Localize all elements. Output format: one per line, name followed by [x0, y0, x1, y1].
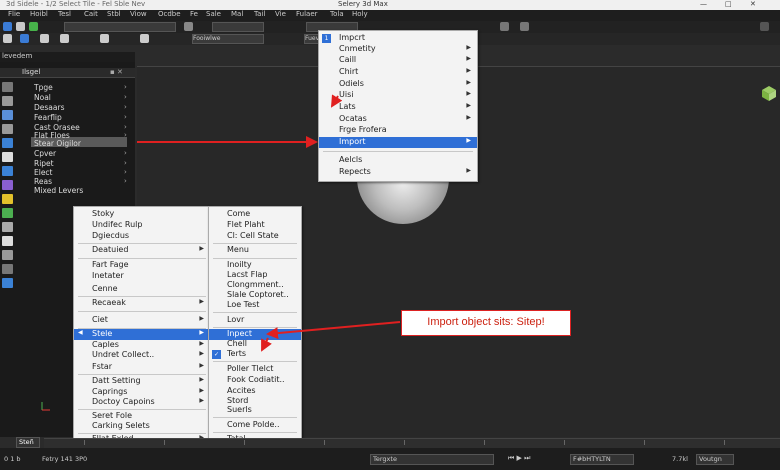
timeline-tick — [404, 440, 405, 445]
mode-button[interactable]: Steñ — [16, 437, 40, 448]
timeline-tick — [564, 440, 565, 445]
mode-dropdown[interactable]: Voutgn — [696, 454, 734, 465]
coords-label: 0 1 b — [4, 455, 21, 463]
timeline-tick — [484, 440, 485, 445]
arrow-menu-pointer — [330, 94, 343, 108]
status-info: Fetry 141 3P0 — [42, 455, 88, 463]
timeline-tick — [84, 440, 85, 445]
timeline-tick — [724, 440, 725, 445]
frame-field[interactable]: F#bHTYLTN — [570, 454, 634, 465]
timeline-tick — [324, 440, 325, 445]
status-input[interactable]: Tergxte — [370, 454, 494, 465]
annotation-arrows — [137, 94, 401, 352]
timeline-tick — [244, 440, 245, 445]
zoom-value: 7.7kl — [672, 455, 688, 463]
arrow-callout-to-inpect — [266, 321, 401, 340]
timeline-tick — [644, 440, 645, 445]
status-bar: Steñ 0 1 b Fetry 141 3P0 Tergxte ⏮ ▶ ⏭ F… — [0, 437, 780, 470]
timeline-tick — [164, 440, 165, 445]
arrow-inpect-to-chell — [261, 337, 272, 352]
playback-controls-icon[interactable]: ⏮ ▶ ⏭ — [508, 454, 530, 463]
timeline-track[interactable] — [44, 438, 780, 448]
